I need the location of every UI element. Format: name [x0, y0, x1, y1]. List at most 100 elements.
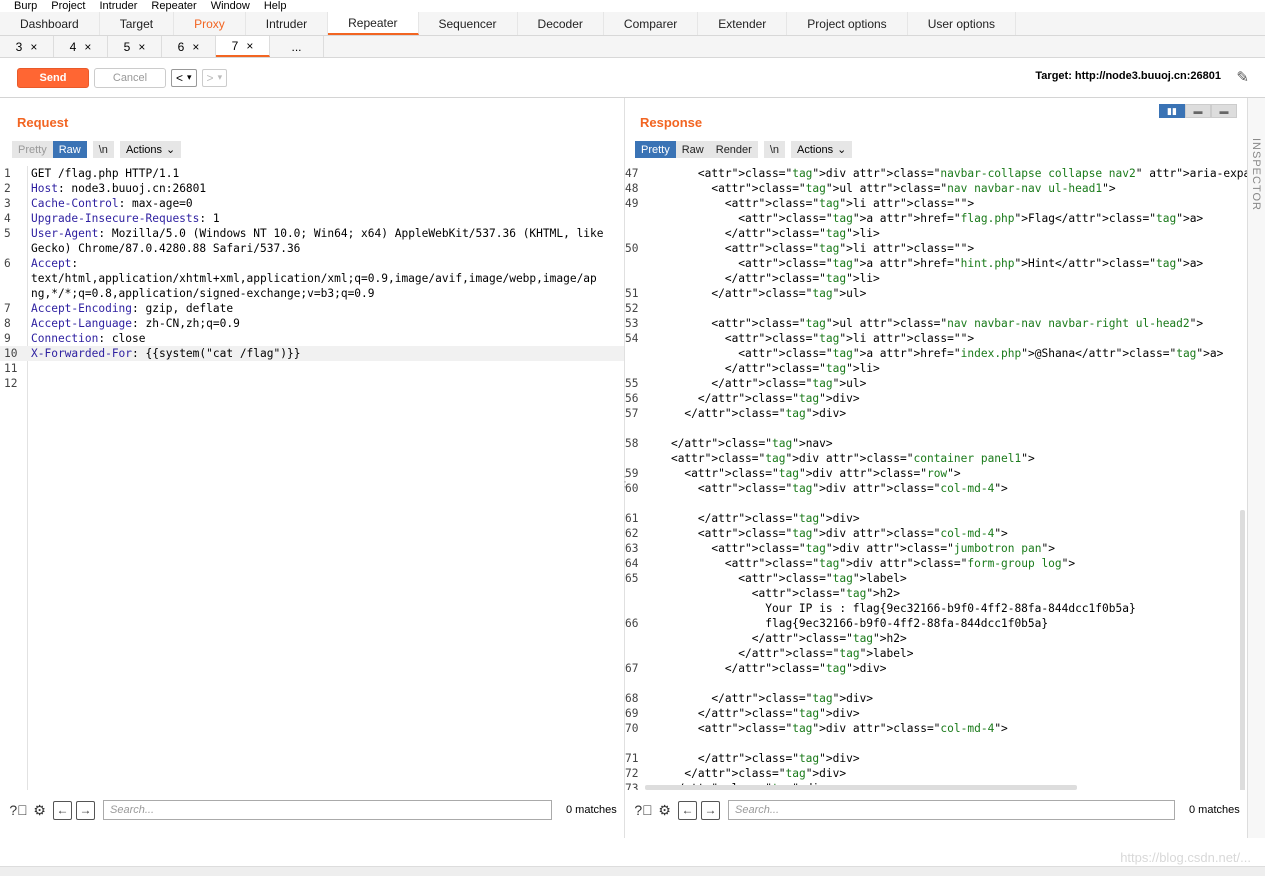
- inspector-label[interactable]: INSPECTOR: [1250, 138, 1262, 211]
- pane-splitter-handle[interactable]: · · ·: [623, 470, 627, 492]
- chevron-down-icon: ⌄: [837, 144, 847, 156]
- repeater-subtab[interactable]: 4 ×: [54, 36, 108, 57]
- request-actions-menu[interactable]: Actions ⌄: [119, 141, 182, 158]
- header-value: : 1: [199, 212, 220, 225]
- response-line: 48 <attr">class="tag">ul attr">class="na…: [625, 181, 1247, 196]
- tab-sequencer[interactable]: Sequencer: [419, 12, 518, 35]
- request-line: 4 Upgrade-Insecure-Requests: 1: [0, 211, 624, 226]
- vertical-scrollbar[interactable]: [1240, 510, 1245, 790]
- inspector-sidebar[interactable]: INSPECTOR: [1247, 98, 1265, 838]
- repeater-subtab[interactable]: 3 ×: [0, 36, 54, 57]
- line-number: 72: [625, 767, 639, 780]
- next-match-button[interactable]: →: [76, 800, 95, 820]
- header-name: Connection: [31, 332, 99, 345]
- menu-repeater[interactable]: Repeater: [151, 1, 196, 12]
- tab-dashboard[interactable]: Dashboard: [0, 12, 100, 35]
- history-back-button[interactable]: < ▾: [171, 68, 197, 87]
- menu-help[interactable]: Help: [264, 1, 287, 12]
- response-newline-toggle[interactable]: \n: [763, 141, 786, 158]
- response-actions-menu[interactable]: Actions ⌄: [791, 141, 853, 158]
- response-line: 51 </attr">class="tag">ul>: [625, 286, 1247, 301]
- target-label[interactable]: Target: http://node3.buuoj.cn:26801: [1035, 70, 1221, 82]
- menu-intruder[interactable]: Intruder: [100, 1, 138, 12]
- cancel-button[interactable]: Cancel: [94, 67, 166, 88]
- line-content: </attr">class="tag">div>: [644, 707, 860, 720]
- line-number: 64: [625, 557, 639, 570]
- gear-icon[interactable]: ⚙: [655, 801, 674, 820]
- repeater-toolbar: Send Cancel < ▾ > ▾ Target: http://node3…: [0, 58, 1265, 98]
- menu-window[interactable]: Window: [211, 1, 250, 12]
- tab-user-options[interactable]: User options: [908, 12, 1017, 35]
- help-icon[interactable]: ?⃝: [634, 801, 653, 820]
- line-content: </attr">class="tag">label>: [644, 647, 914, 660]
- repeater-subtab[interactable]: 5 ×: [108, 36, 162, 57]
- tab-comparer[interactable]: Comparer: [604, 12, 699, 35]
- line-number: 47: [625, 167, 639, 180]
- pencil-icon[interactable]: ✎: [1236, 68, 1249, 86]
- close-icon[interactable]: ×: [84, 40, 91, 54]
- response-line: <attr">class="tag">div attr">class="cont…: [625, 451, 1247, 466]
- header-value: : zh-CN,zh;q=0.9: [132, 317, 240, 330]
- response-editor[interactable]: 47 <attr">class="tag">div attr">class="n…: [625, 166, 1247, 790]
- close-icon[interactable]: ×: [192, 40, 199, 54]
- header-value: ng,*/*;q=0.8,application/signed-exchange…: [31, 287, 375, 300]
- response-line: [625, 421, 1247, 436]
- gear-icon[interactable]: ⚙: [30, 801, 49, 820]
- request-editor[interactable]: 1 GET /flag.php HTTP/1.1 2 Host: node3.buuo…: [0, 166, 624, 790]
- forward-arrow-icon: >: [206, 70, 214, 85]
- tab-extender[interactable]: Extender: [698, 12, 788, 35]
- line-content: <attr">class="tag">label>: [644, 572, 907, 585]
- response-tab-render[interactable]: Render: [709, 141, 758, 158]
- send-button[interactable]: Send: [17, 67, 89, 88]
- line-content: X-Forwarded-For: {{system("cat /flag")}}: [31, 346, 300, 361]
- layout-stacked-icon[interactable]: ▬: [1185, 104, 1211, 118]
- next-match-button[interactable]: →: [701, 800, 720, 820]
- menu-bar: Burp Project Intruder Repeater Window Help: [0, 0, 1265, 12]
- close-icon[interactable]: ×: [246, 39, 253, 53]
- response-search-input[interactable]: Search...: [728, 800, 1175, 820]
- repeater-subtab[interactable]: ...: [270, 36, 324, 57]
- response-line: 57 </attr">class="tag">div>: [625, 406, 1247, 421]
- horizontal-scrollbar[interactable]: [645, 785, 1077, 790]
- line-content: <attr">class="tag">div attr">class="jumb…: [644, 542, 1055, 555]
- line-content: </attr">class="tag">div>: [644, 752, 860, 765]
- response-tab-pretty[interactable]: Pretty: [635, 141, 676, 158]
- response-line: 69 </attr">class="tag">div>: [625, 706, 1247, 721]
- tab-decoder[interactable]: Decoder: [518, 12, 604, 35]
- repeater-subtab[interactable]: 7 ×: [216, 36, 270, 57]
- tab-project-options[interactable]: Project options: [787, 12, 908, 35]
- tab-proxy[interactable]: Proxy: [174, 12, 246, 35]
- header-value: GET /flag.php HTTP/1.1: [31, 167, 180, 180]
- response-line: 59 <attr">class="tag">div attr">class="r…: [625, 466, 1247, 481]
- history-forward-button[interactable]: > ▾: [201, 68, 228, 87]
- panes: Request Pretty Raw \n Actions ⌄ 1 GET /fl…: [0, 98, 1265, 838]
- repeater-subtab[interactable]: 6 ×: [162, 36, 216, 57]
- line-content: <attr">class="tag">a attr">href="flag.ph…: [644, 212, 1204, 225]
- menu-project[interactable]: Project: [51, 1, 85, 12]
- request-tab-raw[interactable]: Raw: [52, 141, 87, 158]
- response-tab-raw[interactable]: Raw: [675, 141, 710, 158]
- close-icon[interactable]: ×: [30, 40, 37, 54]
- line-number: 60: [625, 482, 639, 495]
- line-number: 1: [4, 167, 11, 180]
- menu-burp[interactable]: Burp: [14, 1, 37, 12]
- prev-match-button[interactable]: ←: [678, 800, 697, 820]
- line-content: <attr">class="tag">li attr">class="">: [644, 197, 975, 210]
- chevron-down-icon[interactable]: ▾: [187, 72, 192, 83]
- layout-tabs-icon[interactable]: ▬: [1211, 104, 1237, 118]
- tab-repeater[interactable]: Repeater: [328, 12, 419, 35]
- request-tab-pretty[interactable]: Pretty: [12, 141, 53, 158]
- help-icon[interactable]: ?⃝: [9, 801, 28, 820]
- header-value: : Mozilla/5.0 (Windows NT 10.0; Win64; x…: [98, 227, 604, 240]
- request-newline-toggle[interactable]: \n: [92, 141, 114, 158]
- request-search-input[interactable]: Search...: [103, 800, 552, 820]
- close-icon[interactable]: ×: [138, 40, 145, 54]
- tab-intruder[interactable]: Intruder: [246, 12, 329, 35]
- tab-target[interactable]: Target: [100, 12, 175, 35]
- response-title: Response: [640, 115, 703, 130]
- layout-side-by-side-icon[interactable]: ▮▮: [1159, 104, 1185, 118]
- request-pane: Request Pretty Raw \n Actions ⌄ 1 GET /fl…: [0, 98, 625, 838]
- prev-match-button[interactable]: ←: [53, 800, 72, 820]
- header-name: Accept-Encoding: [31, 302, 133, 315]
- chevron-down-icon[interactable]: ▾: [218, 72, 223, 83]
